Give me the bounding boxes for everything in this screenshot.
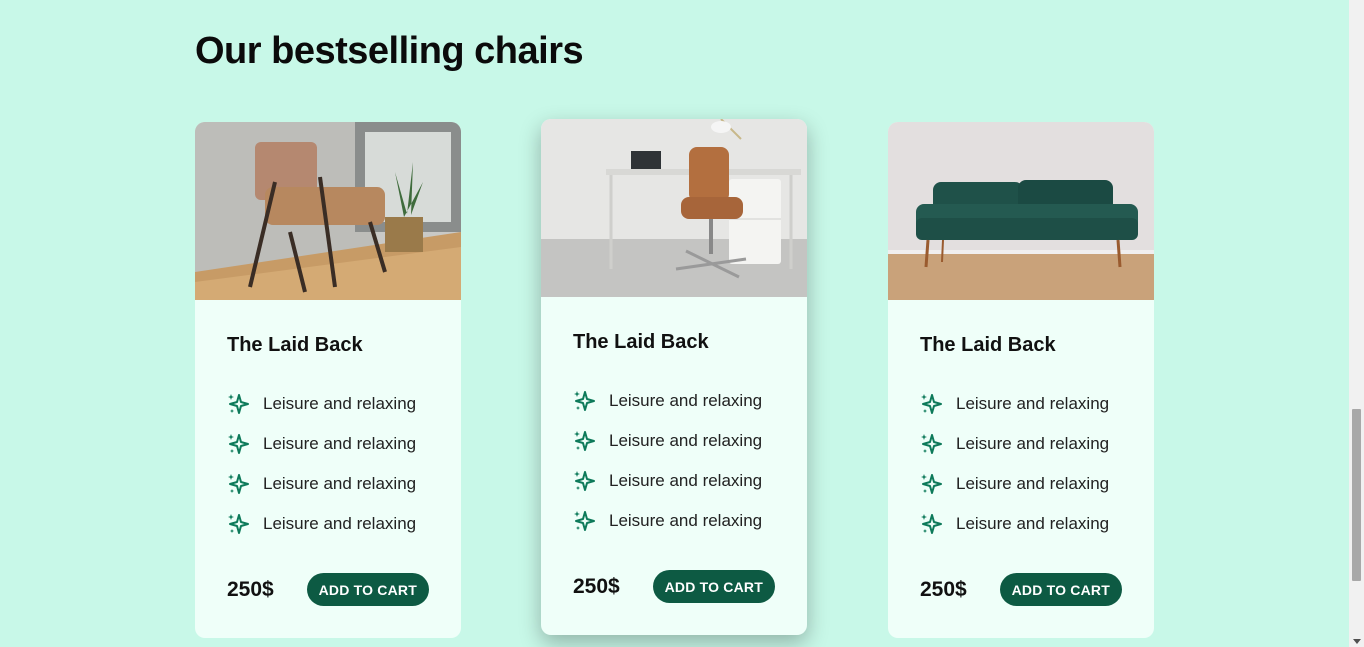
feature-item: Leisure and relaxing bbox=[573, 501, 775, 541]
feature-text: Leisure and relaxing bbox=[956, 394, 1110, 413]
price: 250$ bbox=[573, 574, 620, 598]
feature-item: Leisure and relaxing bbox=[920, 424, 1122, 464]
green-sofa-image bbox=[888, 122, 1154, 300]
feature-item: Leisure and relaxing bbox=[920, 384, 1122, 424]
card-title: The Laid Back bbox=[920, 334, 1056, 356]
feature-text: Leisure and relaxing bbox=[956, 514, 1110, 533]
feature-text: Leisure and relaxing bbox=[263, 514, 417, 533]
price: 250$ bbox=[227, 577, 274, 601]
sparkles-icon bbox=[574, 471, 595, 491]
product-card: The Laid Back Leisure and relaxing Leisu… bbox=[541, 119, 807, 635]
sparkles-icon bbox=[574, 511, 595, 531]
section-title: Our bestselling chairs bbox=[195, 30, 584, 72]
sparkles-icon bbox=[228, 394, 249, 414]
feature-text: Leisure and relaxing bbox=[609, 511, 763, 530]
add-to-cart-button[interactable]: ADD TO CART bbox=[999, 573, 1122, 606]
scrollbar-thumb[interactable] bbox=[1352, 409, 1361, 581]
sparkles-icon bbox=[574, 391, 595, 411]
office-chair-image bbox=[541, 119, 807, 297]
card-title: The Laid Back bbox=[227, 334, 363, 356]
sparkles-icon bbox=[921, 474, 942, 494]
feature-item: Leisure and relaxing bbox=[573, 381, 775, 421]
add-to-cart-button[interactable]: ADD TO CART bbox=[652, 570, 775, 603]
feature-text: Leisure and relaxing bbox=[263, 434, 417, 453]
feature-text: Leisure and relaxing bbox=[263, 474, 417, 493]
add-to-cart-button[interactable]: ADD TO CART bbox=[306, 573, 429, 606]
sparkles-icon bbox=[228, 514, 249, 534]
feature-text: Leisure and relaxing bbox=[263, 394, 417, 413]
feature-item: Leisure and relaxing bbox=[573, 421, 775, 461]
card-title: The Laid Back bbox=[573, 331, 709, 353]
sparkles-icon bbox=[921, 514, 942, 534]
feature-item: Leisure and relaxing bbox=[573, 461, 775, 501]
feature-item: Leisure and relaxing bbox=[920, 464, 1122, 504]
feature-item: Leisure and relaxing bbox=[227, 464, 429, 504]
feature-text: Leisure and relaxing bbox=[609, 471, 763, 490]
lounge-chair-image bbox=[195, 122, 461, 300]
feature-item: Leisure and relaxing bbox=[227, 504, 429, 544]
scroll-down-arrow-icon[interactable] bbox=[1353, 639, 1361, 644]
feature-text: Leisure and relaxing bbox=[609, 391, 763, 410]
page-scrollbar[interactable] bbox=[1349, 0, 1364, 647]
sparkles-icon bbox=[228, 434, 249, 454]
product-card: The Laid Back Leisure and relaxing Leisu… bbox=[888, 122, 1154, 638]
sparkles-icon bbox=[574, 431, 595, 451]
price: 250$ bbox=[920, 577, 967, 601]
feature-text: Leisure and relaxing bbox=[956, 474, 1110, 493]
sparkles-icon bbox=[921, 394, 942, 414]
sparkles-icon bbox=[921, 434, 942, 454]
feature-item: Leisure and relaxing bbox=[227, 424, 429, 464]
feature-text: Leisure and relaxing bbox=[609, 431, 763, 450]
feature-item: Leisure and relaxing bbox=[227, 384, 429, 424]
sparkles-icon bbox=[228, 474, 249, 494]
feature-item: Leisure and relaxing bbox=[920, 504, 1122, 544]
feature-text: Leisure and relaxing bbox=[956, 434, 1110, 453]
product-card: The Laid Back Leisure and relaxing Leisu… bbox=[195, 122, 461, 638]
